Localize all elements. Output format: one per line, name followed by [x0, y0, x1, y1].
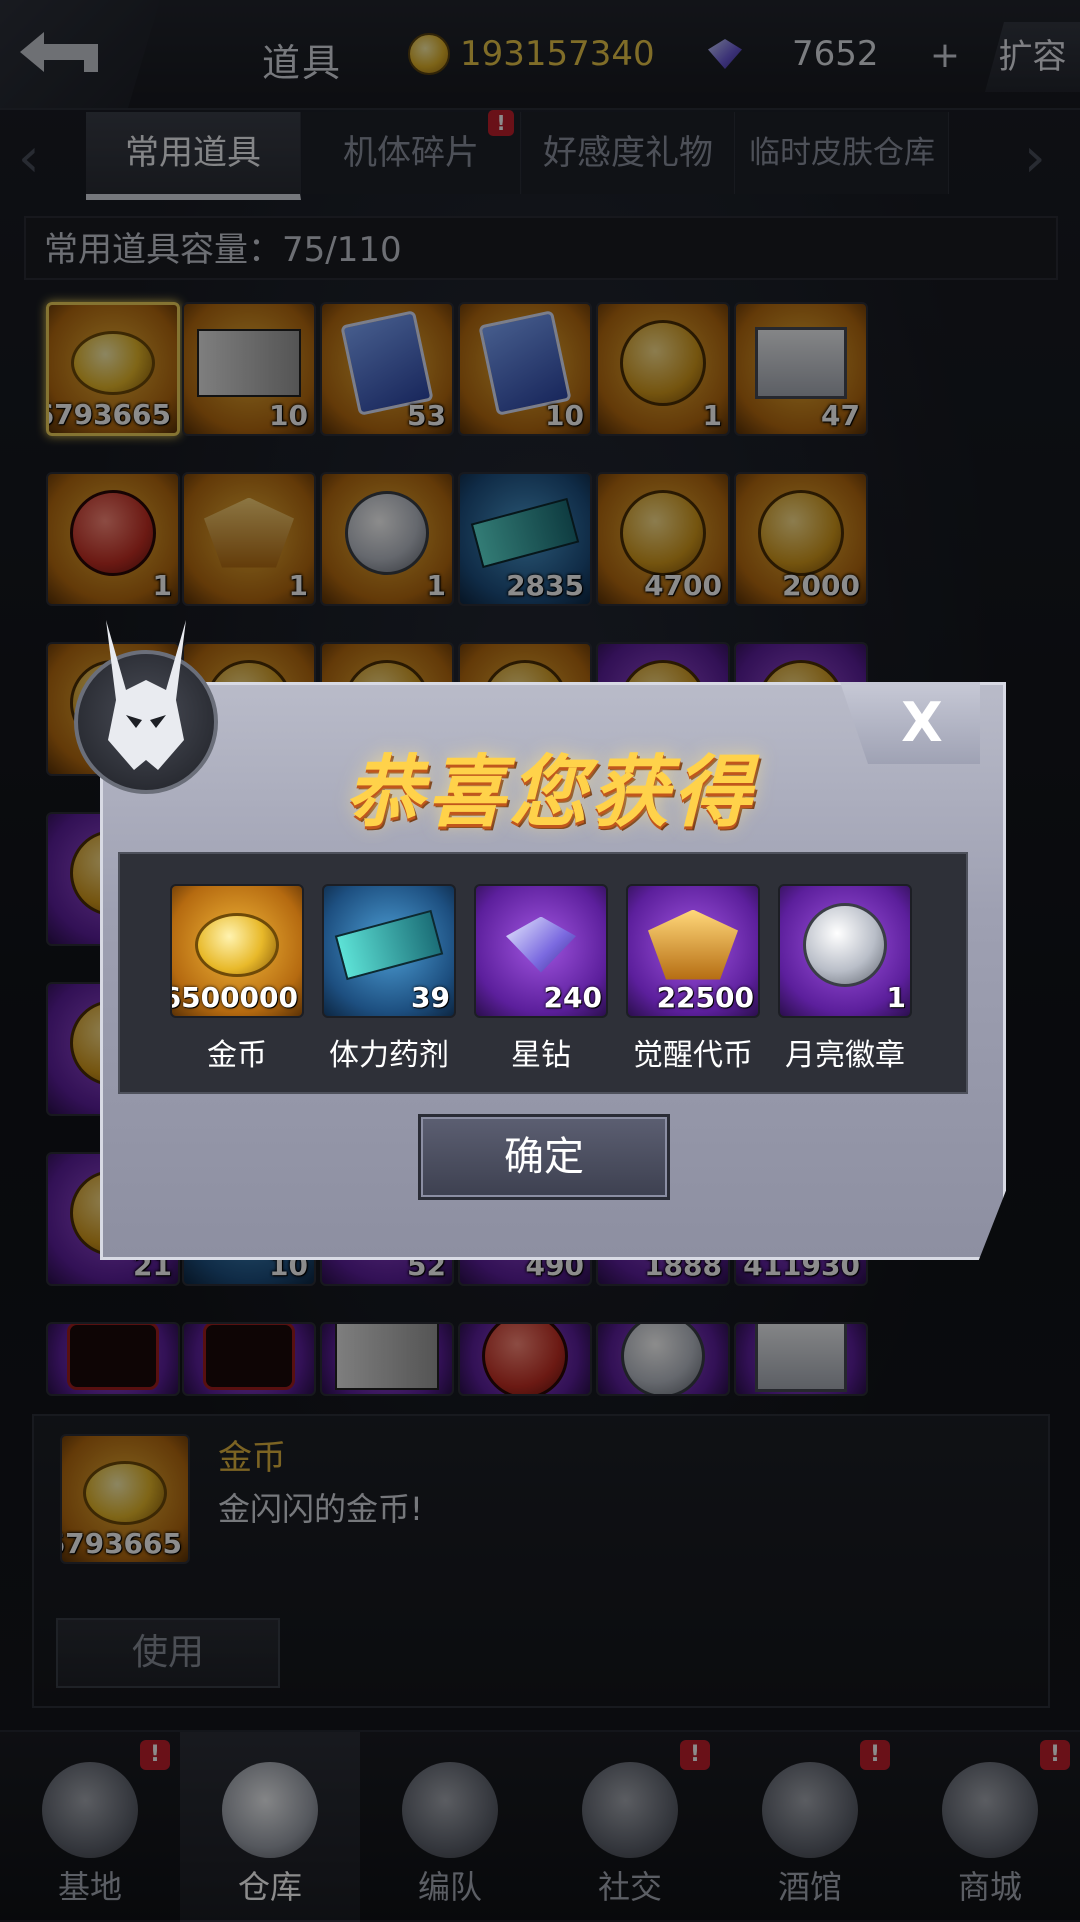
reward-item[interactable]: 240 [474, 884, 608, 1018]
reward-count: 39 [411, 981, 450, 1014]
reward-item[interactable]: 22500 [626, 884, 760, 1018]
reward-name: 金币 [207, 1038, 267, 1073]
reward-name: 月亮徽章 [785, 1038, 905, 1073]
reward-name: 觉醒代币 [633, 1038, 753, 1073]
reward-item[interactable]: 39 [322, 884, 456, 1018]
reward-count: 1 [886, 981, 906, 1014]
modal-title: 恭喜您获得 [344, 748, 755, 838]
reward-count: 240 [543, 981, 602, 1014]
gold-coin-pile-icon [195, 912, 279, 977]
reward-count: 16500000 [172, 981, 298, 1014]
star-diamond-icon [506, 916, 576, 973]
reward-name: 体力药剂 [329, 1038, 449, 1073]
confirm-button[interactable]: 确定 [418, 1114, 670, 1200]
reward-item[interactable]: 1 [778, 884, 912, 1018]
moon-badge-icon [803, 902, 887, 987]
reward-name: 星钻 [511, 1038, 571, 1073]
reward-count: 22500 [656, 981, 754, 1014]
awaken-token-icon [648, 909, 738, 980]
reward-item[interactable]: 16500000 [170, 884, 304, 1018]
stamina-vial-icon [334, 909, 444, 980]
